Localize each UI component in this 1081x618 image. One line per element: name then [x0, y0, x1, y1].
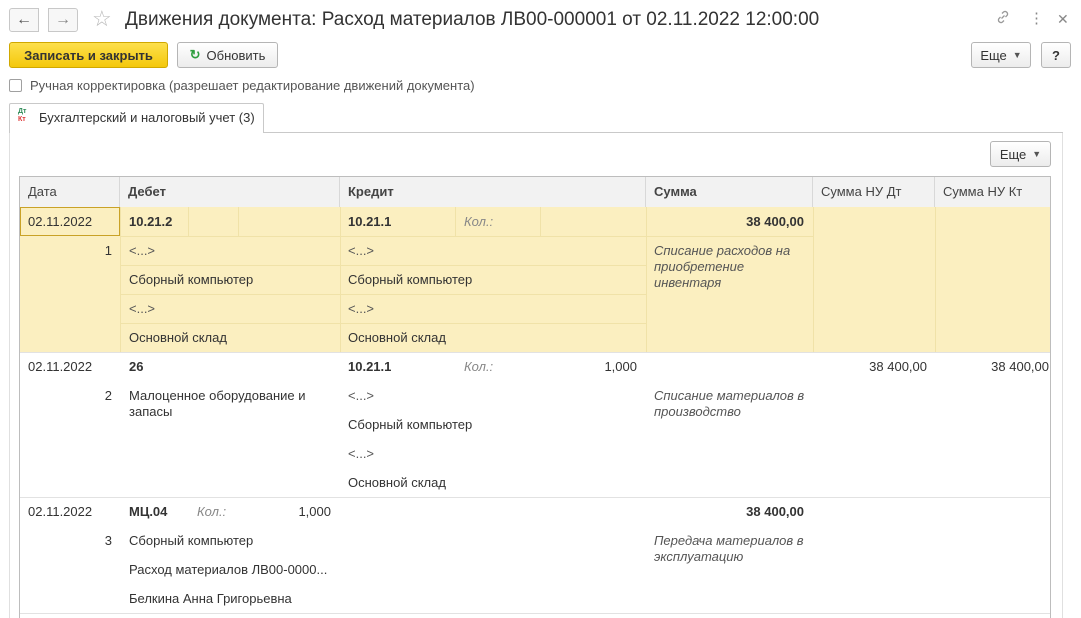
link-icon[interactable] — [995, 9, 1011, 31]
row-sum-nu-kt: 38 400,00 — [991, 359, 1049, 374]
cell-divider — [120, 323, 646, 324]
chevron-down-icon: ▼ — [1012, 50, 1022, 60]
refresh-label: Обновить — [206, 47, 266, 63]
cell-divider — [340, 207, 341, 352]
debit-qty-label: Кол.: — [197, 504, 227, 519]
row-separator — [20, 613, 1050, 614]
debit-account: МЦ.04 — [129, 504, 168, 519]
table-more-button[interactable]: Еще ▼ — [990, 141, 1051, 167]
credit-qty-label: Кол.: — [464, 359, 494, 374]
row-number: 3 — [104, 533, 112, 548]
refresh-icon: ↻ — [189, 47, 201, 62]
cell-divider — [455, 207, 456, 236]
entries-table: Дата Дебет Кредит Сумма Сумма НУ Дт Сумм… — [19, 176, 1051, 618]
table-header: Дата Дебет Кредит Сумма Сумма НУ Дт Сумм… — [20, 177, 1050, 208]
cell-divider — [238, 207, 239, 236]
close-icon[interactable]: ✕ — [1057, 9, 1069, 29]
cell-divider — [813, 207, 814, 352]
save-and-close-button[interactable]: Записать и закрыть — [9, 42, 168, 68]
cell-divider — [120, 236, 646, 237]
credit-subconto: <...> — [348, 446, 375, 461]
row-sum: 38 400,00 — [746, 214, 804, 229]
credit-qty-label: Кол.: — [464, 214, 494, 229]
help-label: ? — [1052, 47, 1060, 63]
credit-account: 10.21.1 — [348, 359, 392, 374]
credit-subconto: Основной склад — [348, 475, 446, 490]
credit-subconto: Основной склад — [348, 330, 446, 345]
arrow-right-icon: → — [55, 11, 71, 28]
save-and-close-label: Записать и закрыть — [24, 47, 153, 63]
arrow-left-icon: ← — [16, 11, 32, 28]
cell-divider — [120, 294, 646, 295]
credit-subconto: Сборный компьютер — [348, 417, 473, 432]
column-header-credit[interactable]: Кредит — [340, 177, 646, 207]
refresh-button[interactable]: ↻ Обновить — [177, 42, 278, 68]
cell-divider — [935, 207, 936, 352]
cell-divider — [188, 207, 189, 236]
more-label: Еще — [980, 47, 1007, 63]
star-icon[interactable]: ☆ — [92, 7, 112, 31]
row-number: 1 — [104, 243, 112, 258]
credit-qty: 1,000 — [604, 359, 637, 374]
debit-subconto: Сборный компьютер — [129, 533, 254, 548]
credit-account: 10.21.1 — [348, 214, 392, 229]
row-date: 02.11.2022 — [28, 504, 93, 519]
row-date: 02.11.2022 — [28, 359, 93, 374]
row-content: Списание материалов в производство — [654, 388, 805, 419]
row-content: Передача материалов в эксплуатацию — [654, 533, 804, 564]
debit-subconto: Основной склад — [129, 330, 227, 345]
more-button[interactable]: Еще ▼ — [971, 42, 1031, 68]
column-header-debit[interactable]: Дебет — [120, 177, 340, 207]
debit-subconto: <...> — [129, 243, 156, 258]
tab-accounting-label: Бухгалтерский и налоговый учет (3) — [39, 110, 255, 125]
credit-subconto: Сборный компьютер — [348, 272, 473, 287]
manual-correction-label: Ручная корректировка (разрешает редактир… — [30, 78, 475, 93]
debit-qty: 1,000 — [298, 504, 331, 519]
column-header-date[interactable]: Дата — [20, 177, 120, 207]
help-button[interactable]: ? — [1041, 42, 1071, 68]
debit-subconto: Сборный компьютер — [129, 272, 254, 287]
debit-account: 10.21.2 — [129, 214, 173, 229]
more-vertical-icon[interactable]: ⋮ — [1029, 9, 1044, 29]
cell-divider — [646, 236, 813, 237]
panel-border — [1062, 133, 1063, 618]
panel-border — [9, 133, 10, 618]
cell-divider — [120, 207, 121, 352]
row-content: Списание расходов на приобретение инвент… — [654, 243, 791, 290]
debit-account: 26 — [129, 359, 144, 374]
dt-kt-icon: Дт Кт — [18, 108, 27, 123]
credit-subconto: <...> — [348, 388, 375, 403]
chevron-down-icon: ▼ — [1032, 149, 1042, 159]
debit-subconto: Малоценное оборудование и запасы — [129, 388, 306, 419]
row-date: 02.11.2022 — [28, 214, 93, 229]
manual-correction-checkbox[interactable] — [9, 79, 22, 92]
back-button[interactable]: ← — [9, 8, 39, 32]
row-sum: 38 400,00 — [746, 504, 804, 519]
row-separator — [20, 497, 1050, 498]
cell-divider — [540, 207, 541, 236]
column-header-sum-nu-kt[interactable]: Сумма НУ Кт — [935, 177, 1050, 207]
row-sum-nu-dt: 38 400,00 — [869, 359, 927, 374]
row-number: 2 — [104, 388, 112, 403]
cell-divider — [120, 265, 646, 266]
row-separator — [20, 352, 1050, 353]
debit-subconto: Белкина Анна Григорьевна — [129, 591, 292, 606]
debit-subconto: Расход материалов ЛВ00-0000... — [129, 562, 328, 577]
window-title: Движения документа: Расход материалов ЛВ… — [125, 9, 820, 30]
debit-subconto: <...> — [129, 301, 156, 316]
table-more-label: Еще — [999, 146, 1027, 162]
credit-subconto: <...> — [348, 243, 375, 258]
column-header-sum[interactable]: Сумма — [646, 177, 813, 207]
forward-button[interactable]: → — [48, 8, 78, 32]
column-header-sum-nu-dt[interactable]: Сумма НУ Дт — [813, 177, 935, 207]
credit-subconto: <...> — [348, 301, 375, 316]
tab-divider — [263, 132, 1063, 133]
